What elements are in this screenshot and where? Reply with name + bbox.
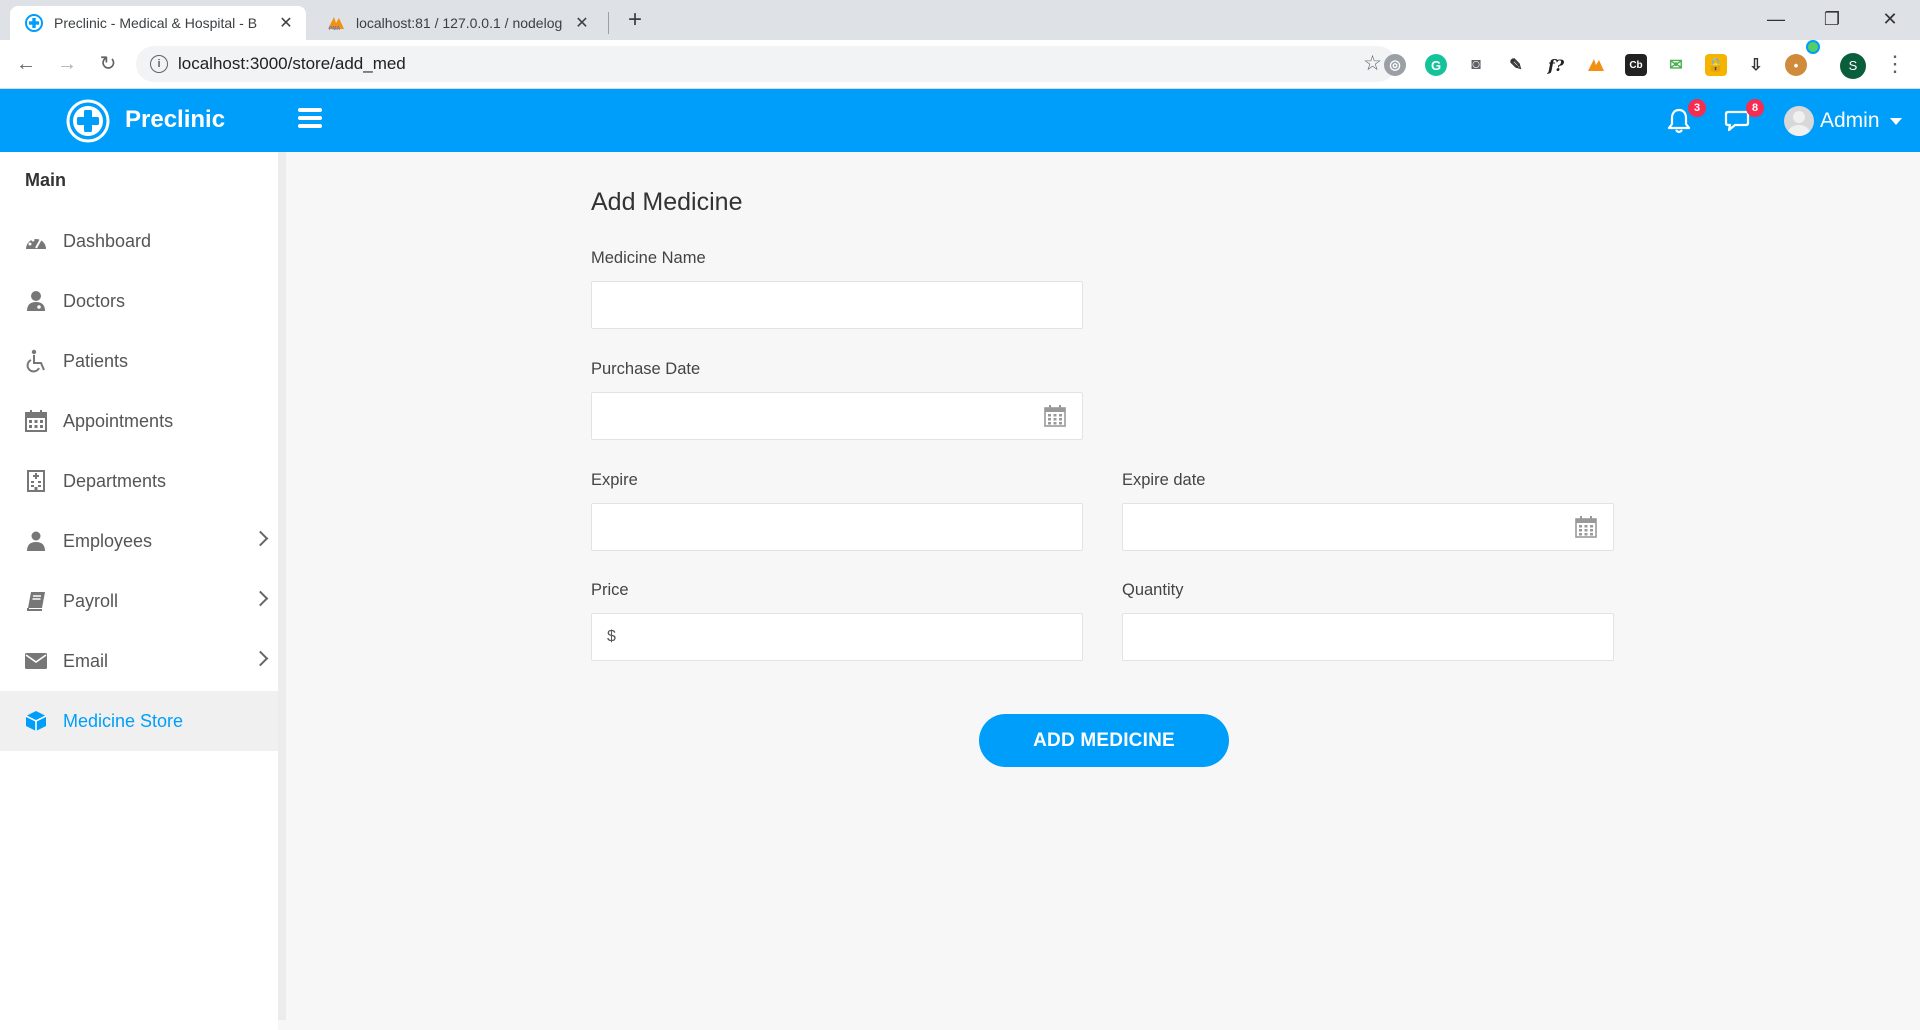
- expire-date-input[interactable]: [1122, 503, 1614, 551]
- sidebar-item-payroll[interactable]: Payroll: [0, 571, 286, 631]
- book-icon: [24, 589, 48, 613]
- svg-text:PMA: PMA: [329, 26, 341, 31]
- lock-extension-icon[interactable]: 🔒: [1705, 54, 1727, 76]
- user-icon: [24, 529, 48, 553]
- browser-menu-icon[interactable]: ⋮: [1884, 50, 1906, 78]
- color-picker-icon[interactable]: ✎: [1505, 54, 1527, 76]
- sidebar-item-doctors[interactable]: Doctors: [0, 271, 286, 331]
- purchase-date-label: Purchase Date: [591, 360, 701, 378]
- new-tab-button[interactable]: +: [620, 6, 650, 36]
- calendar-icon[interactable]: [1575, 516, 1597, 538]
- sidebar-item-departments[interactable]: Departments: [0, 451, 286, 511]
- user-menu[interactable]: Admin: [1784, 106, 1902, 136]
- extension-compass-icon[interactable]: ◎: [1384, 54, 1406, 76]
- sidebar-item-label: Email: [63, 650, 109, 671]
- cookie-extension-icon[interactable]: •: [1785, 54, 1807, 76]
- cb-extension-icon[interactable]: Cb: [1625, 54, 1647, 76]
- chevron-right-icon: [252, 530, 269, 547]
- restore-icon[interactable]: ❐: [1804, 0, 1860, 40]
- reload-icon[interactable]: ↻: [94, 50, 122, 78]
- forward-icon[interactable]: →: [53, 50, 81, 78]
- browser-tab-phpmyadmin[interactable]: PMA localhost:81 / 127.0.0.1 / nodelog ✕: [312, 6, 602, 40]
- tab-close-icon[interactable]: ✕: [570, 13, 594, 33]
- browser-tab-preclinic[interactable]: Preclinic - Medical & Hospital - B ✕: [10, 6, 306, 40]
- camera-icon[interactable]: ◙: [1465, 54, 1487, 76]
- add-medicine-button[interactable]: ADD MEDICINE: [979, 714, 1229, 767]
- sidebar-item-label: Doctors: [63, 290, 126, 311]
- phpmyadmin-extension-icon[interactable]: [1585, 54, 1607, 76]
- browser-toolbar: ← → ↻ i localhost:3000/store/add_med ☆ ◎…: [0, 40, 1920, 89]
- sidebar-item-dashboard[interactable]: Dashboard: [0, 211, 286, 271]
- expire-label: Expire: [591, 471, 638, 489]
- sidebar-item-label: Medicine Store: [63, 710, 184, 731]
- chevron-down-icon: [1889, 117, 1902, 125]
- calendar-icon[interactable]: [1044, 405, 1066, 427]
- preclinic-logo-icon[interactable]: [66, 99, 110, 143]
- sidebar-section-title: Main: [25, 170, 67, 190]
- window-close-icon[interactable]: ✕: [1862, 0, 1918, 40]
- phpmyadmin-favicon-icon: PMA: [326, 13, 346, 33]
- sidebar: Main Dashboard Doctors Patients Appointm…: [0, 152, 286, 1030]
- sidebar-toggle-icon[interactable]: [298, 108, 322, 132]
- currency-prefix: $: [607, 628, 616, 645]
- doctor-icon: [24, 289, 48, 313]
- notifications-button[interactable]: 3: [1666, 99, 1706, 137]
- purchase-date-input[interactable]: [591, 392, 1083, 440]
- avatar: [1784, 106, 1814, 136]
- page-title: Add Medicine: [591, 188, 743, 216]
- bookmark-star-icon[interactable]: ☆: [1363, 51, 1382, 76]
- online-status-icon: [1806, 40, 1820, 54]
- browser-tab-strip: Preclinic - Medical & Hospital - B ✕ PMA…: [0, 0, 1920, 40]
- sidebar-item-email[interactable]: Email: [0, 631, 286, 691]
- url-text: localhost:3000/store/add_med: [178, 54, 406, 73]
- price-label: Price: [591, 581, 629, 599]
- sidebar-item-label: Payroll: [63, 590, 119, 611]
- hospital-building-icon: [24, 469, 48, 493]
- sidebar-item-label: Patients: [63, 350, 129, 371]
- tab-close-icon[interactable]: ✕: [274, 13, 298, 33]
- tab-title: Preclinic - Medical & Hospital - B: [54, 15, 258, 31]
- quantity-label: Quantity: [1122, 581, 1184, 599]
- chevron-right-icon: [252, 650, 269, 667]
- sidebar-item-label: Appointments: [63, 410, 174, 431]
- sidebar-item-label: Employees: [63, 530, 153, 551]
- tab-separator: [608, 12, 609, 34]
- formula-extension-icon[interactable]: f?: [1545, 54, 1567, 76]
- medicine-name-input[interactable]: [591, 281, 1083, 329]
- sidebar-item-employees[interactable]: Employees: [0, 511, 286, 571]
- envelope-icon: [24, 649, 48, 673]
- sidebar-item-patients[interactable]: Patients: [0, 331, 286, 391]
- messages-button[interactable]: 8: [1724, 99, 1764, 137]
- dashboard-icon: [24, 229, 48, 253]
- price-input[interactable]: $: [591, 613, 1083, 661]
- quantity-input[interactable]: [1122, 613, 1614, 661]
- download-cloud-icon[interactable]: ⇩: [1745, 54, 1767, 76]
- messages-badge: 8: [1746, 99, 1764, 117]
- sidebar-scrollbar[interactable]: [278, 152, 286, 1020]
- brand-name[interactable]: Preclinic: [125, 106, 225, 134]
- wheelchair-icon: [24, 349, 48, 373]
- notifications-badge: 3: [1688, 99, 1706, 117]
- sidebar-item-label: Dashboard: [63, 230, 152, 251]
- cube-icon: [24, 709, 48, 733]
- minimize-icon[interactable]: —: [1748, 0, 1804, 40]
- inbox-extension-icon[interactable]: ✉: [1665, 54, 1687, 76]
- expire-input[interactable]: [591, 503, 1083, 551]
- calendar-icon: [24, 409, 48, 433]
- tab-title: localhost:81 / 127.0.0.1 / nodelog: [356, 15, 563, 31]
- preclinic-favicon-icon: [24, 13, 44, 33]
- app-header: Preclinic 3 8 Admin: [0, 89, 1920, 152]
- profile-avatar[interactable]: S: [1840, 53, 1866, 79]
- medicine-name-label: Medicine Name: [591, 249, 706, 267]
- site-info-icon[interactable]: i: [150, 55, 168, 73]
- grammarly-icon[interactable]: G: [1425, 54, 1447, 76]
- sidebar-item-medicine-store[interactable]: Medicine Store: [0, 691, 286, 751]
- user-name: Admin: [1820, 109, 1880, 132]
- chevron-right-icon: [252, 590, 269, 607]
- sidebar-item-appointments[interactable]: Appointments: [0, 391, 286, 451]
- expire-date-label: Expire date: [1122, 471, 1206, 489]
- address-bar[interactable]: i localhost:3000/store/add_med ☆: [136, 46, 1396, 82]
- sidebar-item-label: Departments: [63, 470, 167, 491]
- back-icon[interactable]: ←: [12, 50, 40, 78]
